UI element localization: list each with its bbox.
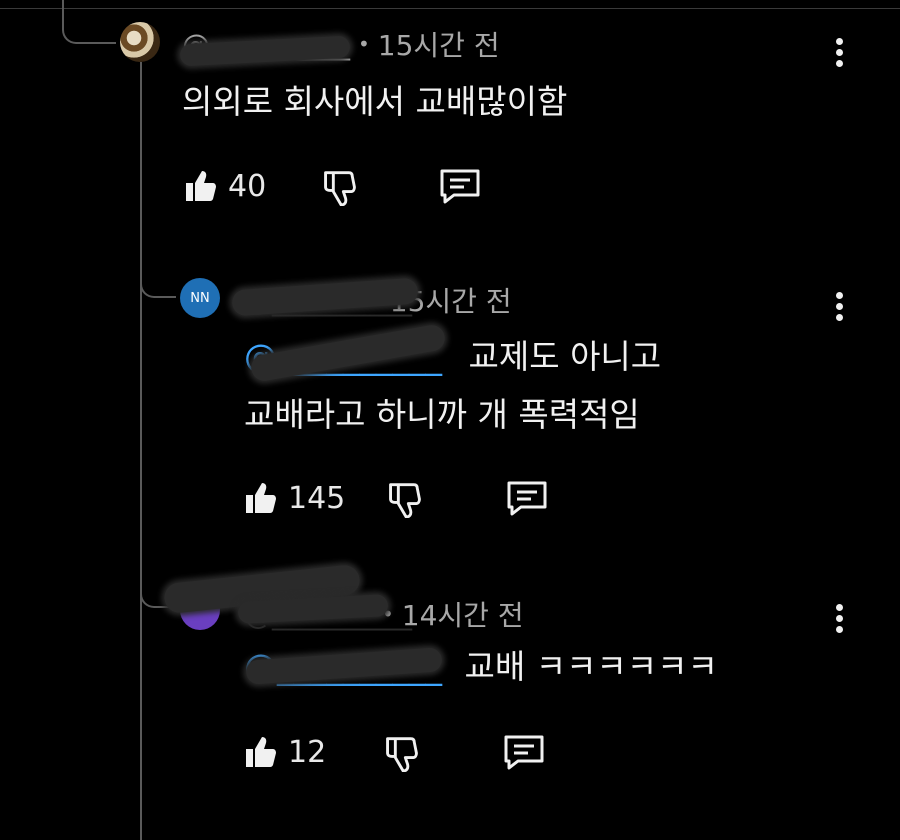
thumbs-down-icon (382, 732, 422, 772)
thumbs-up-icon (242, 734, 278, 770)
comment-line-text: 교제도 아니고 (468, 337, 662, 376)
dislike-button[interactable] (385, 478, 425, 518)
like-button[interactable]: 12 (242, 734, 326, 770)
comment-actions: 145 (242, 478, 549, 518)
reply-button[interactable] (505, 478, 549, 518)
reply-button[interactable] (502, 732, 546, 772)
thumbs-down-icon (385, 478, 425, 518)
reply-icon (505, 478, 549, 518)
like-count: 145 (288, 480, 346, 516)
dislike-button[interactable] (382, 732, 422, 772)
reply-icon (502, 732, 546, 772)
comment-text: @__________ 교제도 아니고 교배라고 하니까 개 폭력적임 (244, 328, 661, 444)
timestamp[interactable]: 14시간 전 (402, 594, 524, 634)
comment-line-text: 교배 ㅋㅋㅋㅋㅋㅋ (464, 647, 718, 686)
like-button[interactable]: 145 (242, 480, 345, 516)
comment-item: @__________ • 14시간 전 @__________ 교배 ㅋㅋㅋㅋ… (0, 0, 900, 772)
like-count: 12 (288, 734, 327, 770)
more-vertical-icon[interactable] (836, 604, 846, 637)
comment-line: 교배라고 하니까 개 폭력적임 (244, 395, 640, 434)
thumbs-up-icon (242, 480, 278, 516)
comment-actions: 12 (242, 732, 546, 772)
